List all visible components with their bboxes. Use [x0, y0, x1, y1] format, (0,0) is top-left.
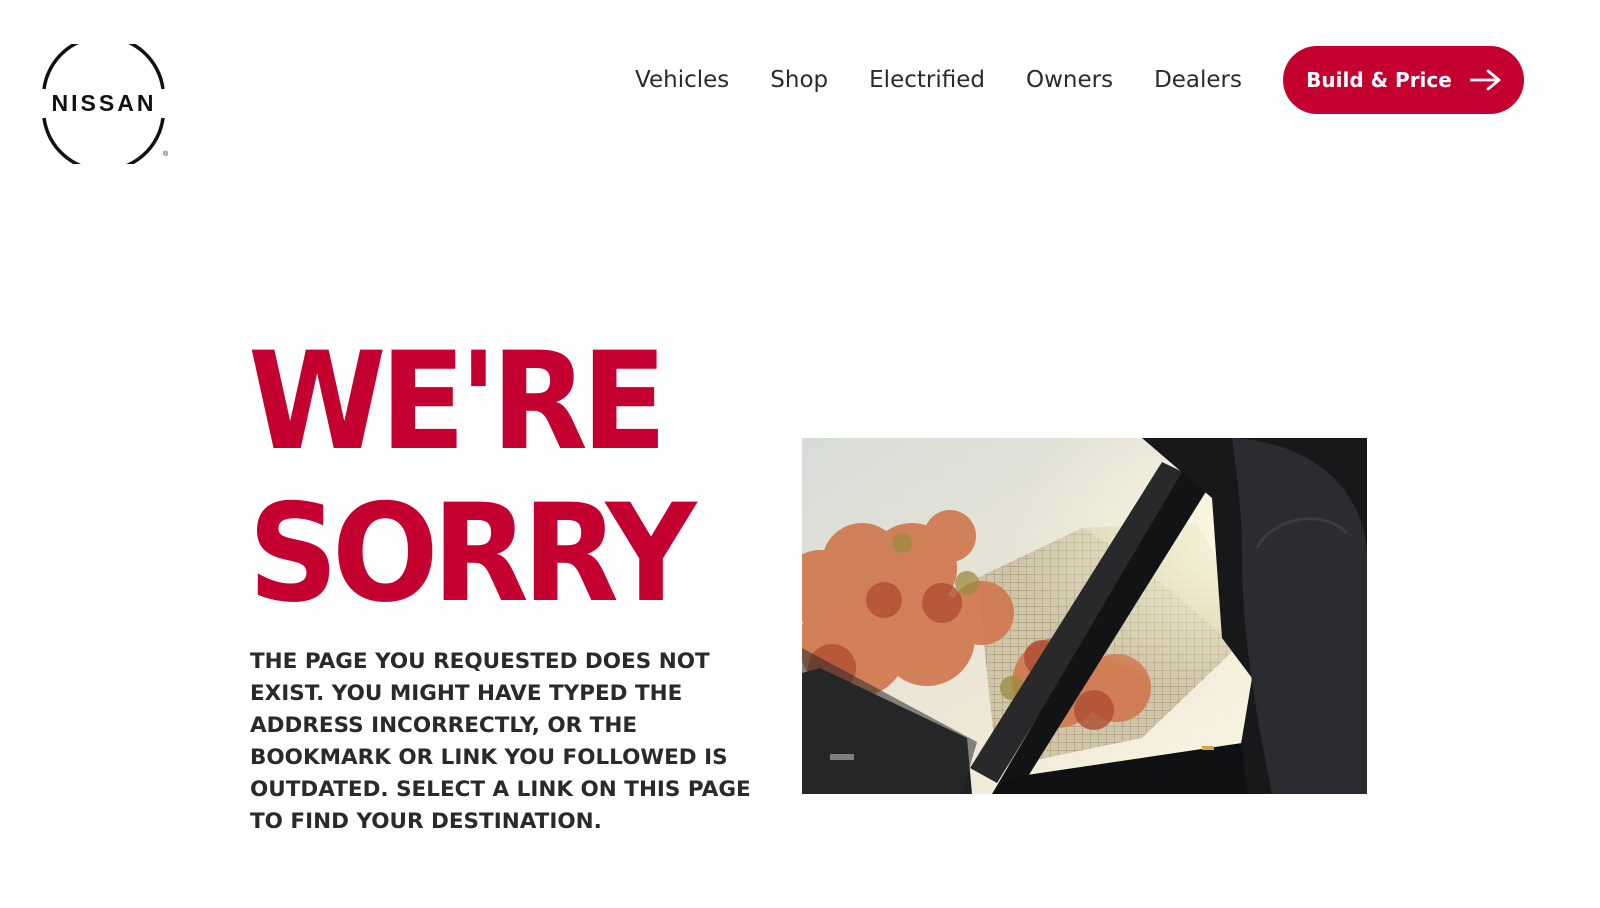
- title-line-2: SORRY: [248, 475, 697, 632]
- page-title: WE'RE SORRY: [248, 323, 697, 632]
- nav-item-dealers[interactable]: Dealers: [1154, 67, 1242, 93]
- site-header: NISSAN ® Vehicles Shop Electrified Owner…: [0, 0, 1600, 200]
- main-nav: Vehicles Shop Electrified Owners Dealers…: [635, 46, 1524, 114]
- build-and-price-label: Build & Price: [1306, 68, 1452, 92]
- nissan-logo-icon: NISSAN ®: [42, 35, 169, 172]
- sunroof-photo: [802, 438, 1367, 794]
- nav-item-owners[interactable]: Owners: [1026, 67, 1113, 93]
- error-message: THE PAGE YOU REQUESTED DOES NOT EXIST. Y…: [250, 649, 751, 834]
- nissan-logo[interactable]: NISSAN ®: [32, 35, 180, 172]
- nav-item-electrified[interactable]: Electrified: [869, 67, 985, 93]
- build-and-price-button[interactable]: Build & Price: [1283, 46, 1524, 114]
- logo-wordmark: NISSAN: [52, 90, 157, 116]
- error-page-content: WE'RE SORRY THE PAGE YOU REQUESTED DOES …: [0, 200, 1600, 908]
- arrow-right-icon: [1469, 69, 1501, 91]
- nav-item-shop[interactable]: Shop: [770, 67, 828, 93]
- nav-item-vehicles[interactable]: Vehicles: [635, 67, 729, 93]
- title-line-1: WE'RE: [248, 323, 667, 480]
- svg-text:®: ®: [163, 150, 169, 158]
